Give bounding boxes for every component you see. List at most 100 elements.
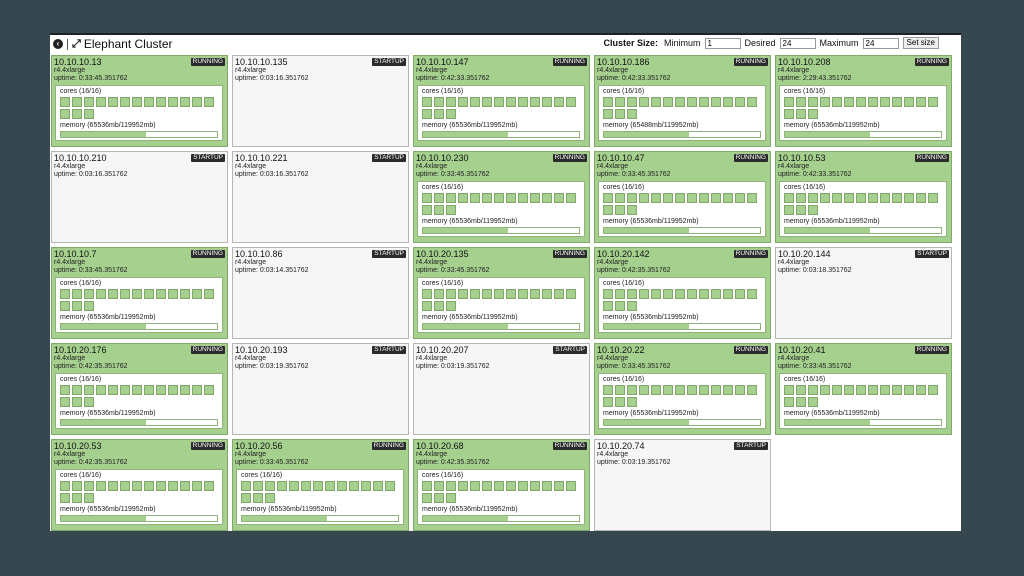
node-card[interactable]: 10.10.20.68 r4.4xlarge uptime: 0:42:35.351…: [413, 439, 590, 531]
node-card[interactable]: 10.10.20.135 r4.4xlarge uptime: 0:33:45.35…: [413, 247, 590, 339]
node-card[interactable]: 10.10.10.13 r4.4xlarge uptime: 0:33:45.351…: [51, 55, 228, 147]
node-instance-type: r4.4xlarge: [235, 259, 267, 266]
core-cell: [615, 385, 625, 395]
node-card[interactable]: 10.10.10.7 r4.4xlarge uptime: 0:33:45.3517…: [51, 247, 228, 339]
node-instance-type: r4.4xlarge: [54, 259, 86, 266]
node-uptime: uptime: 0:42:33.351762: [778, 171, 852, 178]
expand-icon[interactable]: ⤢: [72, 38, 81, 50]
node-card[interactable]: 10.10.20.53 r4.4xlarge uptime: 0:42:35.351…: [51, 439, 228, 531]
node-ip: 10.10.10.147: [416, 57, 469, 67]
node-card[interactable]: 10.10.20.144 r4.4xlarge uptime: 0:03:18.35…: [775, 247, 952, 339]
node-card[interactable]: 10.10.10.47 r4.4xlarge uptime: 0:33:45.351…: [594, 151, 771, 243]
node-ip: 10.10.20.41: [778, 345, 826, 355]
node-card[interactable]: 10.10.20.176 r4.4xlarge uptime: 0:42:35.35…: [51, 343, 228, 435]
header-left: ‹ ⤢ Elephant Cluster: [50, 37, 173, 51]
core-cell: [168, 481, 178, 491]
node-card[interactable]: 10.10.20.207 r4.4xlarge uptime: 0:03:19.35…: [413, 343, 590, 435]
core-cell: [434, 493, 444, 503]
node-grid: 10.10.10.13 r4.4xlarge uptime: 0:33:45.351…: [51, 55, 952, 531]
core-cell: [470, 97, 480, 107]
core-cell: [868, 97, 878, 107]
core-cell: [132, 289, 142, 299]
node-card[interactable]: 10.10.10.86 r4.4xlarge uptime: 0:03:14.351…: [232, 247, 409, 339]
status-badge: RUNNING: [552, 442, 587, 450]
back-icon[interactable]: ‹: [53, 39, 63, 49]
node-card[interactable]: 10.10.10.230 r4.4xlarge uptime: 0:33:45.35…: [413, 151, 590, 243]
core-cell: [832, 97, 842, 107]
memory-label: memory (65536mb/119952mb): [784, 218, 880, 225]
core-cell: [747, 289, 757, 299]
core-cell: [241, 481, 251, 491]
core-cell: [482, 193, 492, 203]
core-cell: [784, 385, 794, 395]
desired-input[interactable]: [779, 37, 816, 49]
node-card[interactable]: 10.10.10.53 r4.4xlarge uptime: 0:42:33.351…: [775, 151, 952, 243]
core-cell: [132, 481, 142, 491]
core-cell: [892, 193, 902, 203]
node-ip: 10.10.20.144: [778, 249, 831, 259]
node-card[interactable]: 10.10.10.221 r4.4xlarge uptime: 0:03:16.35…: [232, 151, 409, 243]
core-cell: [639, 97, 649, 107]
set-size-button[interactable]: Set size: [902, 37, 939, 49]
node-instance-type: r4.4xlarge: [235, 67, 267, 74]
core-cell: [72, 481, 82, 491]
core-cell: [265, 481, 275, 491]
node-card[interactable]: 10.10.10.135 r4.4xlarge uptime: 0:03:16.35…: [232, 55, 409, 147]
node-card[interactable]: 10.10.20.41 r4.4xlarge uptime: 0:33:45.351…: [775, 343, 952, 435]
memory-bar: [784, 419, 942, 426]
node-instance-type: r4.4xlarge: [597, 67, 629, 74]
cores-label: cores (16/16): [784, 376, 826, 383]
status-badge: STARTUP: [372, 250, 406, 258]
node-card[interactable]: 10.10.20.22 r4.4xlarge uptime: 0:33:45.351…: [594, 343, 771, 435]
core-cell: [808, 205, 818, 215]
core-cell: [542, 289, 552, 299]
core-cell: [180, 481, 190, 491]
memory-bar: [422, 131, 580, 138]
core-cell: [494, 193, 504, 203]
core-cell: [506, 289, 516, 299]
core-cell: [446, 193, 456, 203]
core-cell: [96, 289, 106, 299]
node-card[interactable]: 10.10.10.147 r4.4xlarge uptime: 0:42:33.35…: [413, 55, 590, 147]
node-resources: cores (16/16) memory (65536mb/119952mb): [779, 85, 947, 141]
core-cell: [506, 481, 516, 491]
memory-bar: [603, 227, 761, 234]
core-cell: [446, 301, 456, 311]
core-cell: [84, 493, 94, 503]
core-cell: [84, 301, 94, 311]
node-card[interactable]: 10.10.10.210 r4.4xlarge uptime: 0:03:16.35…: [51, 151, 228, 243]
cores-label: cores (16/16): [60, 280, 102, 287]
core-cell: [144, 97, 154, 107]
core-cell: [168, 97, 178, 107]
node-card[interactable]: 10.10.10.186 r4.4xlarge uptime: 0:42:33.35…: [594, 55, 771, 147]
node-ip: 10.10.10.7: [54, 249, 97, 259]
memory-bar: [241, 515, 399, 522]
node-card[interactable]: 10.10.10.208 r4.4xlarge uptime: 2:29:43.35…: [775, 55, 952, 147]
node-uptime: uptime: 0:03:19.351762: [597, 459, 671, 466]
core-cell: [96, 97, 106, 107]
status-badge: STARTUP: [915, 250, 949, 258]
node-card[interactable]: 10.10.20.142 r4.4xlarge uptime: 0:42:35.35…: [594, 247, 771, 339]
core-cell: [144, 481, 154, 491]
node-card[interactable]: 10.10.20.56 r4.4xlarge uptime: 0:33:45.351…: [232, 439, 409, 531]
core-cell: [603, 193, 613, 203]
core-cell: [446, 109, 456, 119]
core-cell: [699, 289, 709, 299]
minimum-input[interactable]: [704, 37, 741, 49]
core-cell: [615, 301, 625, 311]
status-badge: RUNNING: [733, 346, 768, 354]
core-cell: [506, 97, 516, 107]
core-cell: [518, 481, 528, 491]
node-card[interactable]: 10.10.20.74 r4.4xlarge uptime: 0:03:19.351…: [594, 439, 771, 531]
cores-label: cores (16/16): [60, 472, 102, 479]
core-cell: [72, 289, 82, 299]
core-cell: [434, 289, 444, 299]
core-cell: [132, 97, 142, 107]
core-cell: [84, 109, 94, 119]
maximum-input[interactable]: [862, 37, 899, 49]
node-card[interactable]: 10.10.20.193 r4.4xlarge uptime: 0:03:19.35…: [232, 343, 409, 435]
node-ip: 10.10.20.74: [597, 441, 645, 451]
core-cell: [603, 289, 613, 299]
core-cell: [747, 193, 757, 203]
core-cell: [651, 289, 661, 299]
